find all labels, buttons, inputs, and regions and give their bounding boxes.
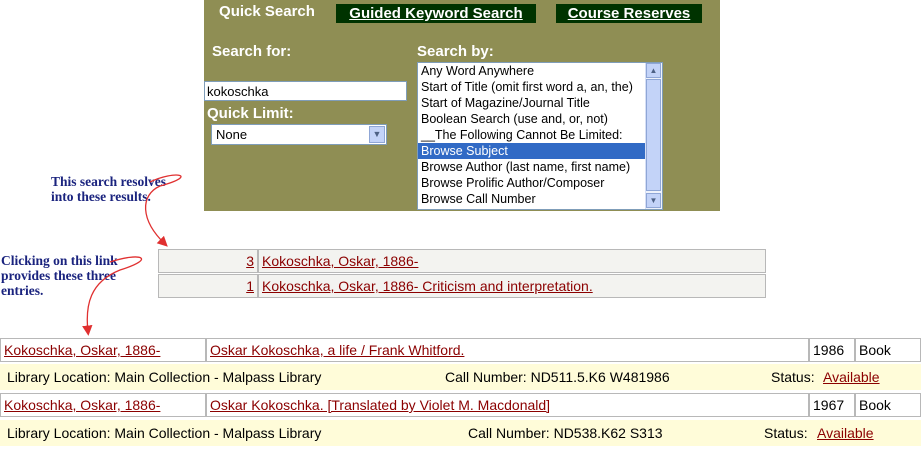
status-label: Status: [771,369,815,385]
subject-heading[interactable]: Kokoschka, Oskar, 1886- Criticism and in… [258,274,766,298]
subject-count[interactable]: 3 [158,249,258,273]
library-location: Library Location: Main Collection - Malp… [7,425,322,441]
record-location-row: Library Location: Main Collection - Malp… [0,364,921,390]
status-label: Status: [764,425,808,441]
call-number: Call Number: ND511.5.K6 W481986 [445,369,670,385]
record-title[interactable]: Oskar Kokoschka, a life / Frank Whitford… [206,338,809,362]
record-format: Book [855,338,921,362]
status-link[interactable]: Available [817,420,874,446]
record-author-link[interactable]: Kokoschka, Oskar, 1886- [4,342,160,358]
subject-heading-link[interactable]: Kokoschka, Oskar, 1886- [262,253,418,269]
call-number: Call Number: ND538.K62 S313 [468,425,663,441]
record-author[interactable]: Kokoschka, Oskar, 1886- [0,338,206,362]
subject-count[interactable]: 1 [158,274,258,298]
subject-count-link[interactable]: 3 [246,253,254,269]
record-year: 1986 [809,338,855,362]
record-title[interactable]: Oskar Kokoschka. [Translated by Violet M… [206,393,809,417]
library-location: Library Location: Main Collection - Malp… [7,369,322,385]
record-year: 1967 [809,393,855,417]
subject-heading-link[interactable]: Kokoschka, Oskar, 1886- Criticism and in… [262,278,593,294]
record-format: Book [855,393,921,417]
record-author[interactable]: Kokoschka, Oskar, 1886- [0,393,206,417]
record-location-row: Library Location: Main Collection - Malp… [0,420,921,446]
arrow-1 [144,174,182,247]
subject-count-link[interactable]: 1 [246,278,254,294]
record-author-link[interactable]: Kokoschka, Oskar, 1886- [4,397,160,413]
record-title-link[interactable]: Oskar Kokoschka, a life / Frank Whitford… [210,342,464,358]
arrow-2 [82,256,143,336]
subject-heading[interactable]: Kokoschka, Oskar, 1886- [258,249,766,273]
record-title-link[interactable]: Oskar Kokoschka. [Translated by Violet M… [210,397,550,413]
status-link[interactable]: Available [823,364,880,390]
